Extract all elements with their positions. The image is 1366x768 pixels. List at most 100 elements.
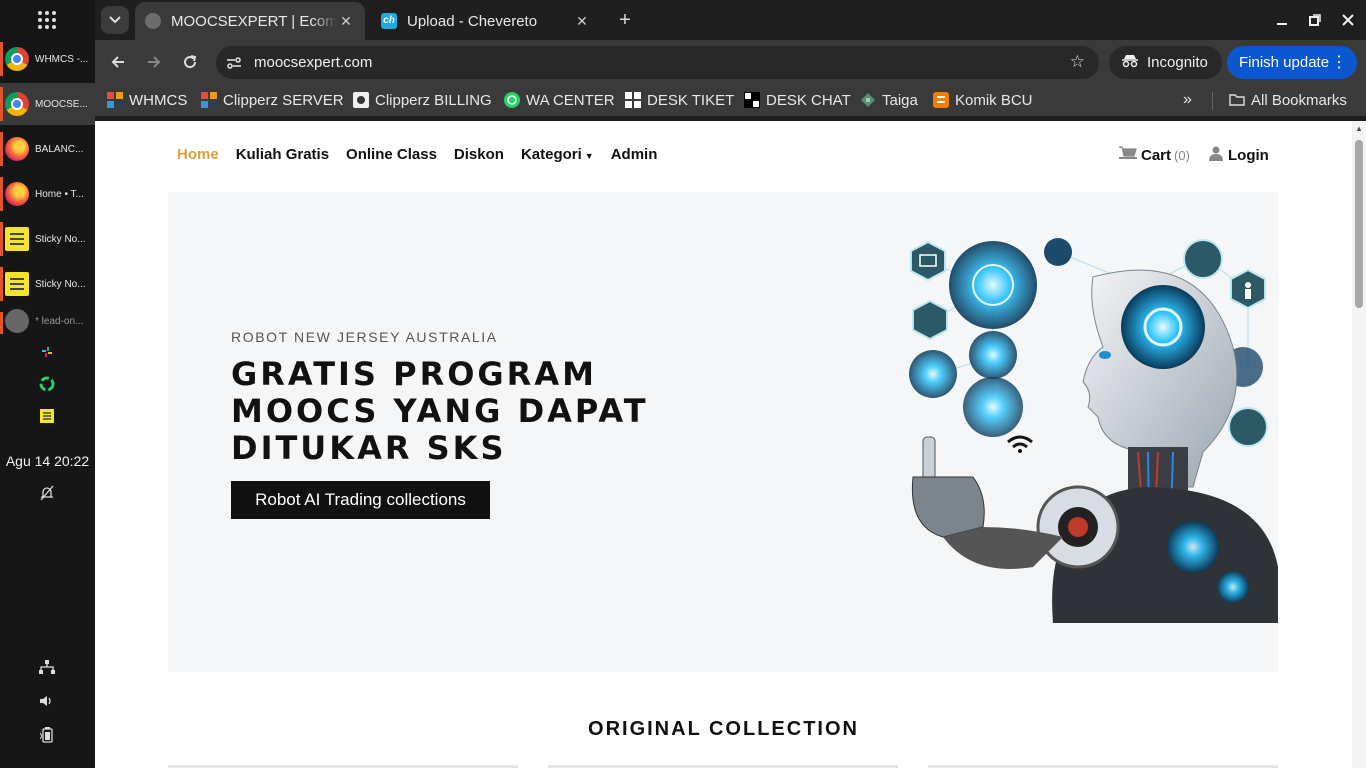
finish-update-label: Finish update [1239,54,1330,71]
section-title: ORIGINAL COLLECTION [588,718,859,740]
taskbar-item-sticky-notes-1[interactable]: Sticky No... [0,218,95,260]
page-viewport: Home Kuliah Gratis Online Class Diskon K… [95,121,1366,768]
cart-count: (0) [1174,148,1190,163]
close-icon[interactable]: ✕ [573,13,591,30]
toolbar: moocsexpert.com ☆ Incognito Finish updat… [95,40,1366,84]
scroll-up-icon[interactable]: ▲ [1355,124,1363,133]
login-label: Login [1228,146,1269,164]
bookmark-label: DESK TIKET [647,91,735,109]
app-icon [5,309,29,333]
nav-home[interactable]: Home [177,146,219,163]
tab-moocsexpert[interactable]: MOOCSEXPERT | Ecomm ✕ [135,2,365,40]
arrow-right-icon [148,56,161,68]
taskbar-item-label: BALANC... [35,143,84,155]
notifications-off-icon[interactable] [38,484,56,502]
bookmarks-bar: WHMCS Clipperz SERVER Clipperz BILLING W… [95,84,1366,116]
tab-search-button[interactable] [101,6,129,34]
clock[interactable]: Agu 14 20:22 [0,453,95,469]
tab-title: MOOCSEXPERT | Ecomm [171,12,337,30]
site-info-icon[interactable] [226,55,242,71]
bookmark-label: Clipperz BILLING [375,91,492,109]
sticky-notes-tray-icon[interactable] [38,407,56,425]
chrome-icon [5,47,29,71]
hero-cta-button[interactable]: Robot AI Trading collections [231,481,490,519]
finish-update-button[interactable]: Finish update ⋮ [1227,46,1357,79]
nav-kategori[interactable]: Kategori ▼ [521,146,594,163]
bookmark-clipperz-billing[interactable]: Clipperz BILLING [353,90,492,110]
incognito-icon [1121,54,1139,71]
recycle-icon[interactable] [38,375,56,393]
scrollbar[interactable]: ▲ [1352,121,1366,768]
site-nav: Home Kuliah Gratis Online Class Diskon K… [177,146,674,163]
incognito-button[interactable]: Incognito [1109,46,1222,79]
tab-title: Upload - Chevereto [407,12,538,30]
bookmark-label: WA CENTER [526,91,615,109]
taskbar-item-sticky-notes-2[interactable]: Sticky No... [0,263,95,305]
slack-icon[interactable] [38,343,56,361]
taskbar-item-label: WHMCS -... [35,53,89,65]
close-window-icon[interactable] [1336,8,1360,32]
bookmark-star-icon[interactable]: ☆ [1070,52,1085,72]
cart-link[interactable]: Cart (0) [1119,146,1190,165]
nav-kuliah-gratis[interactable]: Kuliah Gratis [236,146,329,163]
close-icon[interactable]: ✕ [337,13,355,30]
maximize-icon[interactable] [1303,8,1327,32]
nav-online-class[interactable]: Online Class [346,146,437,163]
bookmark-label: DESK CHAT [766,91,851,109]
incognito-label: Incognito [1147,54,1208,71]
all-bookmarks-label: All Bookmarks [1251,91,1347,109]
hero-subtitle: ROBOT NEW JERSEY AUSTRALIA [231,329,498,345]
bookmark-clipperz-server[interactable]: Clipperz SERVER [201,90,344,110]
bookmark-label: Komik BCU [955,91,1033,109]
taskbar-item-label: MOOCSE... [35,98,88,110]
firefox-icon [5,182,29,206]
caret-down-icon: ▼ [584,151,594,161]
nav-diskon[interactable]: Diskon [454,146,504,163]
chrome-icon [5,92,29,116]
all-bookmarks-button[interactable]: All Bookmarks [1229,90,1347,110]
reload-button[interactable] [176,48,204,76]
taskbar-item-label: Sticky No... [35,278,86,290]
taskbar-item-balance[interactable]: BALANC... [0,128,95,170]
battery-icon[interactable] [38,726,56,744]
bookmark-whmcs[interactable]: WHMCS [107,90,187,110]
bookmarks-overflow-icon[interactable]: » [1183,90,1192,110]
login-link[interactable]: Login [1209,146,1269,164]
forward-button[interactable] [140,48,168,76]
bookmark-komik-bcu[interactable]: Komik BCU [933,90,1033,110]
bookmark-desk-chat[interactable]: DESK CHAT [744,90,851,110]
chevereto-icon: ch [381,13,397,29]
sticky-notes-icon [5,272,29,296]
back-button[interactable] [104,48,132,76]
taskbar-item-whmcs[interactable]: WHMCS -... [0,38,95,80]
new-tab-button[interactable]: + [613,8,637,32]
bookmark-taiga[interactable]: Taiga [860,90,918,110]
nav-admin[interactable]: Admin [611,146,658,163]
taskbar-item-label: * lead-on... [35,315,84,327]
running-indicator [0,312,3,334]
taskbar-item-lead-on[interactable]: * lead-on... [0,308,95,334]
desk-icon [744,92,760,108]
network-icon[interactable] [38,658,56,676]
running-indicator [0,132,3,166]
address-bar[interactable]: moocsexpert.com ☆ [216,46,1099,79]
taskbar-item-moocsexpert[interactable]: MOOCSE... [0,83,95,125]
scrollbar-thumb[interactable] [1355,140,1363,308]
running-indicator [0,267,3,301]
whmcs-icon [201,92,217,108]
minimize-icon[interactable] [1270,8,1294,32]
app-grid-icon[interactable] [37,10,57,30]
taiga-icon [861,93,875,107]
robot-hero-image [909,238,1278,623]
bookmark-desk-tiket[interactable]: DESK TIKET [625,90,734,110]
bookmark-label: WHMCS [129,91,188,109]
bookmark-wa-center[interactable]: WA CENTER [504,90,615,110]
browser-window: MOOCSEXPERT | Ecomm ✕ ch Upload - Chever… [95,0,1366,768]
gear-icon [353,92,369,108]
taskbar-item-home[interactable]: Home • T... [0,173,95,215]
taskbar-item-label: Sticky No... [35,233,86,245]
divider [1212,92,1213,110]
volume-icon[interactable] [38,692,56,710]
tab-chevereto[interactable]: ch Upload - Chevereto ✕ [371,2,601,40]
nav-kategori-label: Kategori [520,146,582,163]
